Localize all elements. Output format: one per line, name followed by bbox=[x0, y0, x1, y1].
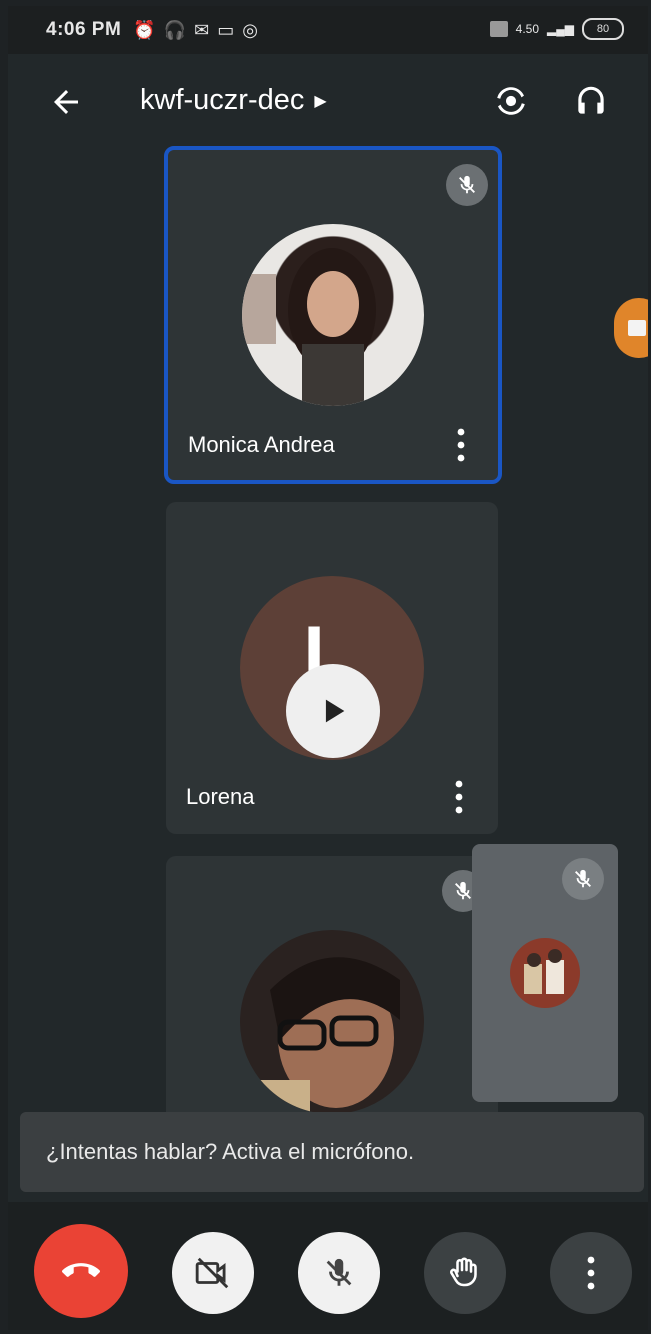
more-options-button[interactable] bbox=[550, 1232, 632, 1314]
participant-name: Lorena bbox=[186, 784, 255, 809]
raise-hand-icon bbox=[450, 1257, 477, 1287]
headphones-icon[interactable] bbox=[572, 82, 610, 120]
avatar bbox=[510, 938, 580, 1008]
more-vertical-icon[interactable] bbox=[454, 780, 464, 814]
whatsapp-icon: ◎ bbox=[242, 19, 258, 40]
mic-toggle-button[interactable] bbox=[298, 1232, 380, 1314]
caret-right-icon: ▶ bbox=[314, 92, 327, 110]
participant-tile[interactable] bbox=[166, 856, 498, 1136]
meet-call-screen: 4:06 PM ⏰ 🎧 ✉ ▭ ◎ 4.50 ▂▄▆ 80 kwf-uczr-d… bbox=[8, 6, 648, 1330]
play-button[interactable] bbox=[286, 664, 380, 758]
mic-off-icon bbox=[446, 164, 488, 206]
signal-icon: ▂▄▆ bbox=[547, 22, 574, 36]
raise-hand-button[interactable] bbox=[424, 1232, 506, 1314]
status-time: 4:06 PM bbox=[46, 19, 122, 40]
arrow-left-icon[interactable] bbox=[48, 84, 84, 120]
camera-toggle-button[interactable] bbox=[172, 1232, 254, 1314]
mic-hint-toast: ¿Intentas hablar? Activa el micrófono. bbox=[20, 1112, 644, 1192]
alarm-icon: ⏰ bbox=[133, 19, 156, 40]
more-vertical-icon bbox=[587, 1256, 595, 1290]
mic-off-icon bbox=[326, 1258, 352, 1286]
mail-icon: ✉ bbox=[194, 19, 210, 40]
meeting-code: kwf-uczr-dec bbox=[140, 84, 305, 116]
status-right-icons: 4.50 ▂▄▆ 80 bbox=[489, 18, 624, 40]
battery-level: 80 bbox=[596, 23, 610, 35]
floating-camera-handle[interactable] bbox=[614, 298, 648, 358]
mic-off-icon bbox=[562, 858, 604, 900]
status-bar: 4:06 PM ⏰ 🎧 ✉ ▭ ◎ 4.50 ▂▄▆ 80 bbox=[8, 6, 648, 54]
avatar bbox=[242, 224, 424, 406]
participant-tile[interactable]: L Lorena bbox=[166, 502, 498, 834]
end-call-button[interactable] bbox=[34, 1224, 128, 1318]
video-off-icon bbox=[195, 1257, 229, 1289]
meeting-title[interactable]: kwf-uczr-dec ▶ bbox=[140, 84, 327, 117]
network-speed: 4.50 bbox=[515, 22, 540, 36]
phone-hangup-icon bbox=[62, 1263, 100, 1277]
self-view-pip[interactable] bbox=[472, 844, 618, 1102]
battery-icon: 80 bbox=[582, 18, 624, 40]
camera-icon bbox=[628, 320, 646, 336]
play-icon bbox=[325, 699, 345, 723]
status-notification-icons: ⏰ 🎧 ✉ ▭ ◎ bbox=[133, 20, 258, 41]
headset-status-icon: 🎧 bbox=[163, 19, 187, 40]
avatar bbox=[240, 930, 424, 1114]
camera-switch-icon[interactable] bbox=[492, 82, 530, 120]
participant-name: Monica Andrea bbox=[188, 432, 335, 457]
participant-tile[interactable]: Monica Andrea bbox=[164, 146, 502, 484]
call-top-bar: kwf-uczr-dec ▶ bbox=[8, 54, 648, 150]
more-vertical-icon[interactable] bbox=[456, 428, 466, 462]
video-status-icon: ▭ bbox=[217, 19, 235, 40]
toast-message: ¿Intentas hablar? Activa el micrófono. bbox=[46, 1139, 415, 1164]
sim-icon bbox=[489, 21, 508, 37]
